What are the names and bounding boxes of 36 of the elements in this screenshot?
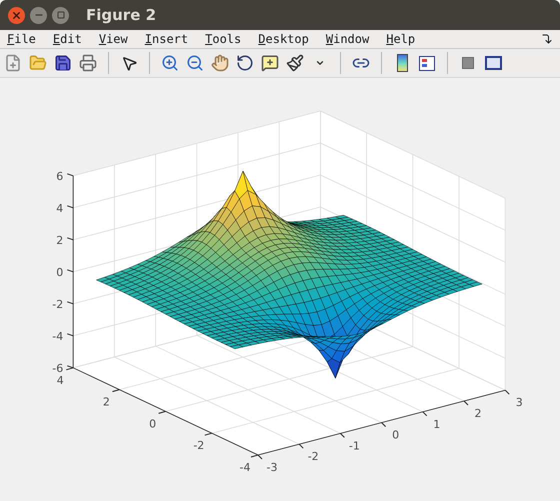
tick-label: 4 <box>56 202 64 215</box>
tick-label: -1 <box>348 439 360 452</box>
menu-item[interactable]: File <box>7 30 36 48</box>
close-button[interactable] <box>8 6 25 24</box>
tick-label: 2 <box>474 407 482 420</box>
printer-icon[interactable] <box>77 52 99 74</box>
tick-label: -6 <box>52 362 64 375</box>
tick-label: 0 <box>392 428 400 442</box>
tick-label: 0 <box>149 417 156 430</box>
menu-item[interactable]: Insert <box>144 30 188 48</box>
tick-label: -2 <box>52 298 64 311</box>
tick-label: 2 <box>102 396 110 409</box>
minimize-button[interactable] <box>30 6 47 24</box>
tick-label: -4 <box>240 461 250 474</box>
menu-item[interactable]: Tools <box>205 30 242 48</box>
window-title: Figure 2 <box>86 4 156 26</box>
tick-label: 4 <box>56 374 64 387</box>
menu-item[interactable]: Help <box>386 30 416 48</box>
menu-item[interactable]: Window <box>326 30 370 48</box>
tick-label: -2 <box>193 439 204 452</box>
tick-label: -2 <box>308 450 319 464</box>
menu-item[interactable]: Desktop <box>258 30 309 48</box>
menu-item[interactable]: Edit <box>52 30 82 48</box>
tick-label: 6 <box>56 170 64 183</box>
maximize-icon <box>56 11 64 19</box>
dock-arrow-icon[interactable] <box>541 33 553 45</box>
maximize-button[interactable] <box>52 6 69 24</box>
tick-label: 0 <box>56 266 64 279</box>
tick-label: -3 <box>266 461 278 474</box>
close-icon <box>11 10 22 20</box>
brush-icon[interactable] <box>284 52 306 74</box>
menu-item[interactable]: View <box>98 30 128 48</box>
tick-label: 2 <box>56 234 64 247</box>
tick-label: 1 <box>433 418 440 431</box>
tick-label: 3 <box>516 396 523 410</box>
tick-label: -4 <box>52 330 64 343</box>
